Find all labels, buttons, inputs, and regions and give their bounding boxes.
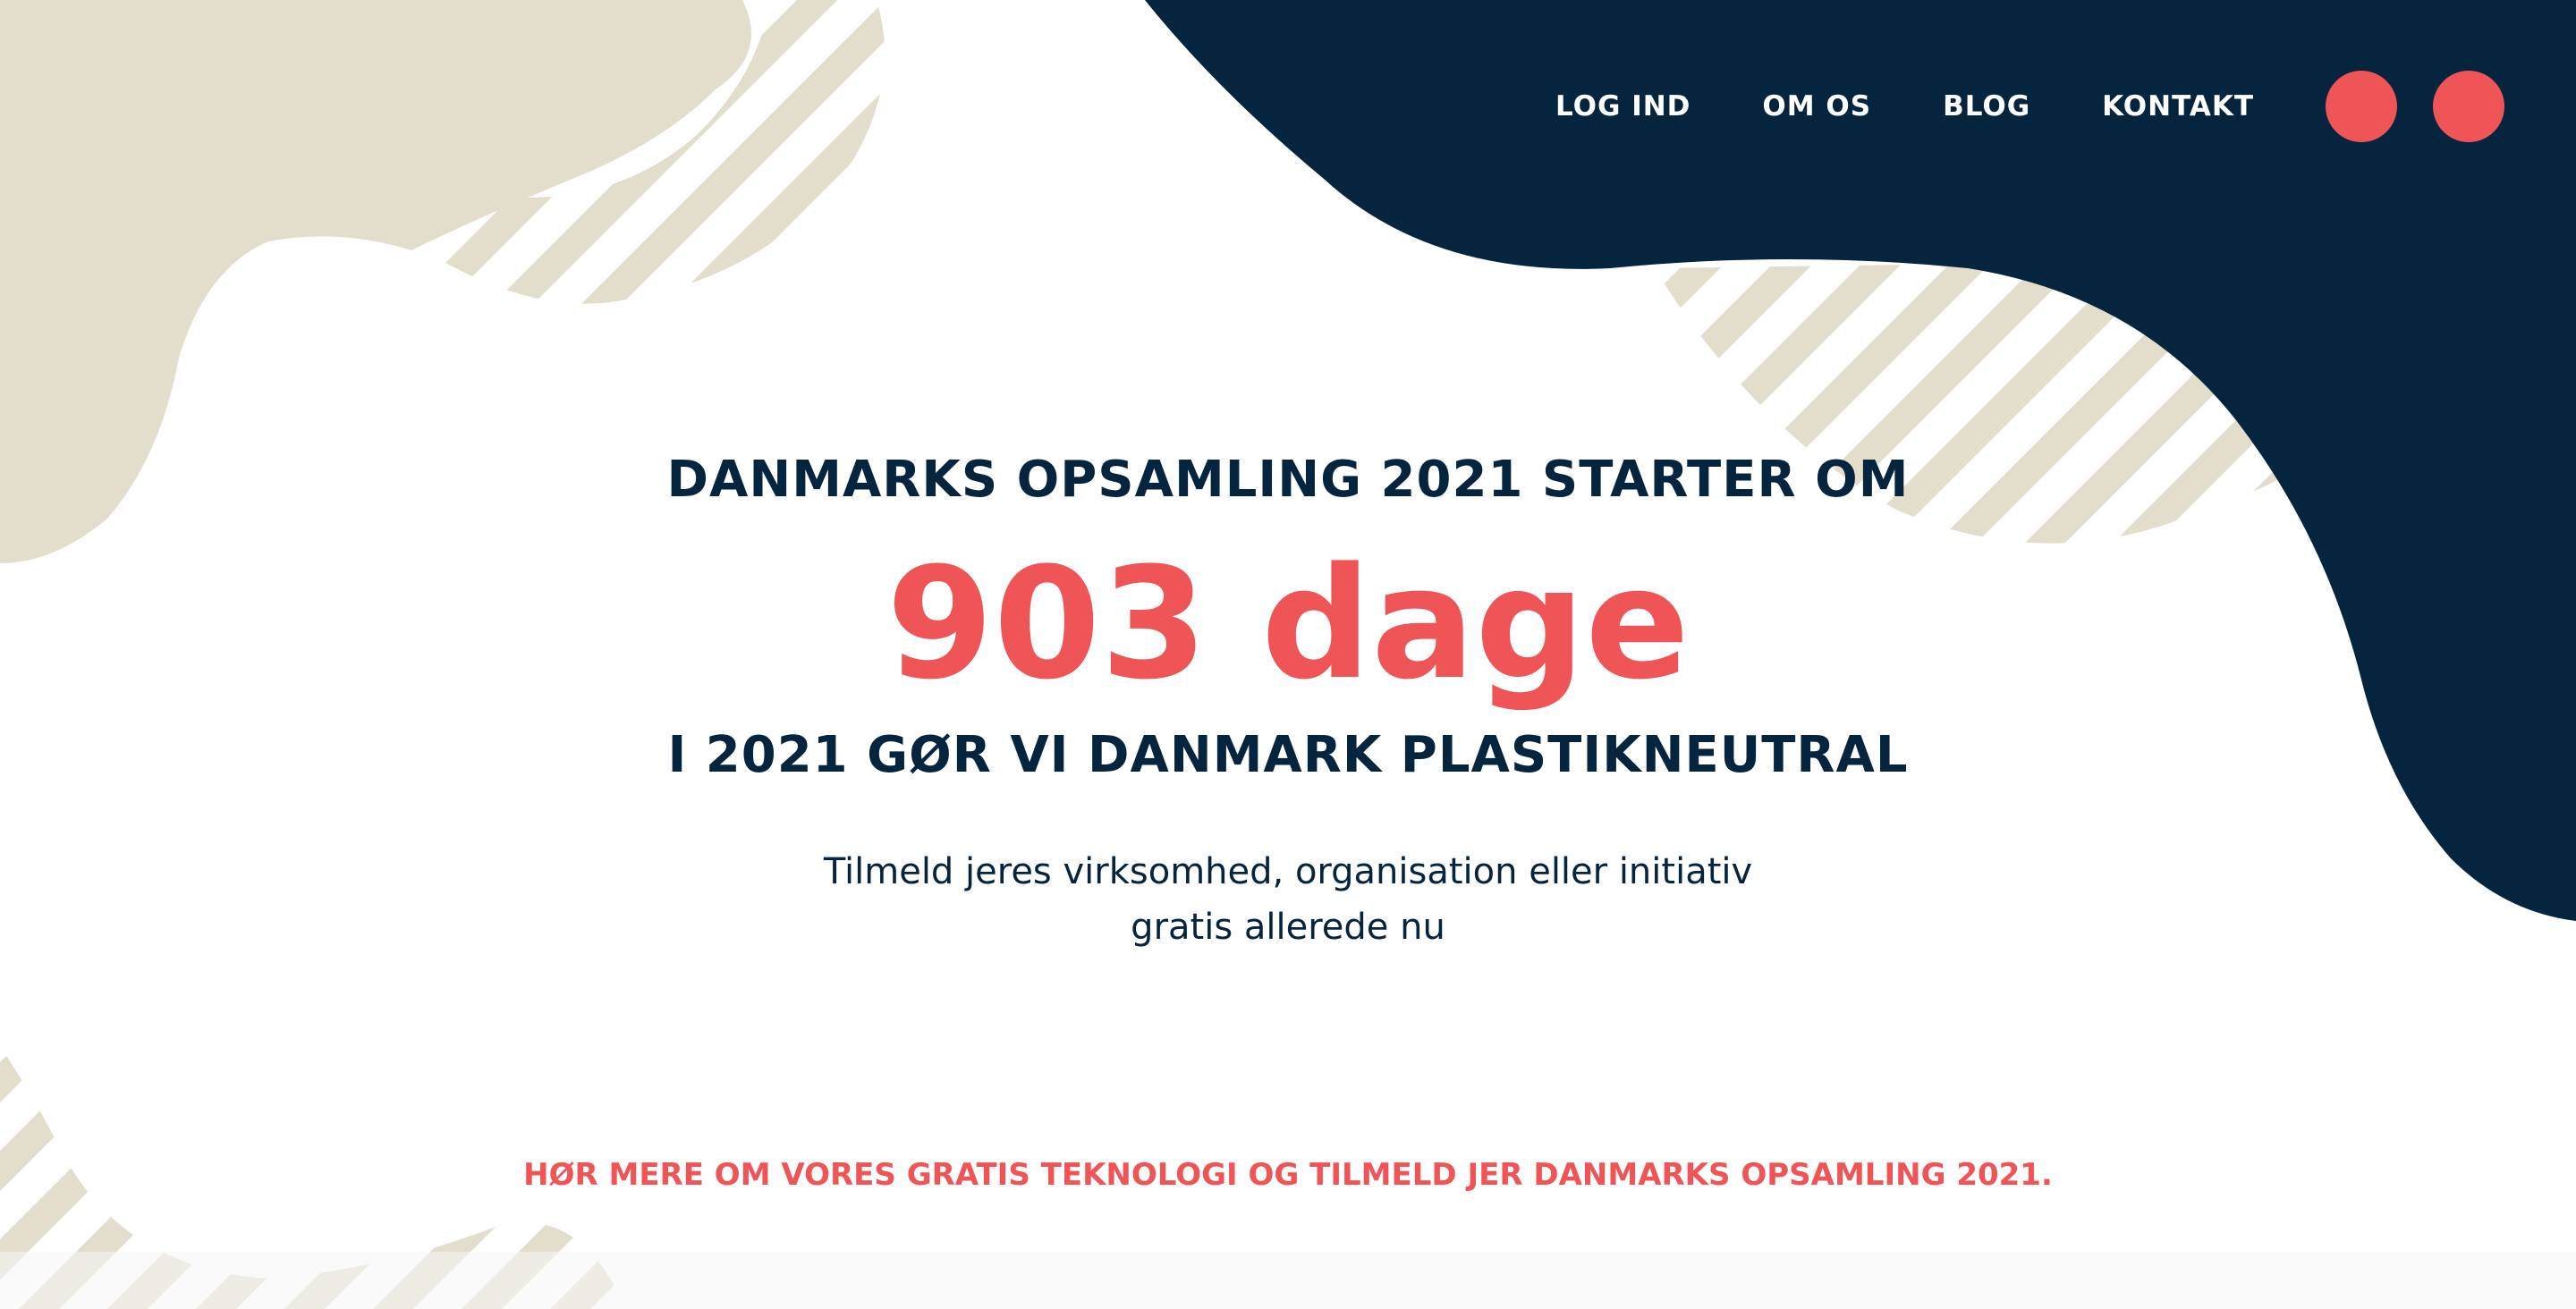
social-button-1[interactable] (2326, 71, 2397, 142)
hero-eyebrow: DANMARKS OPSAMLING 2021 STARTER OM (666, 451, 1910, 509)
hero-subheadline: I 2021 GØR VI DANMARK PLASTIKNEUTRAL (667, 726, 1909, 784)
social-button-2[interactable] (2433, 71, 2504, 142)
learn-more-link[interactable]: HØR MERE OM VORES GRATIS TEKNOLOGI OG TI… (0, 1157, 2576, 1193)
nav-log-ind[interactable]: LOG IND (1555, 90, 1690, 122)
main-nav: LOG IND OM OS BLOG KONTAKT (1555, 66, 2504, 147)
bottom-fade (0, 1252, 2576, 1309)
nav-kontakt[interactable]: KONTAKT (2102, 90, 2254, 122)
countdown-days: 903 dage (886, 534, 1690, 714)
nav-om-os[interactable]: OM OS (1762, 90, 1871, 122)
hero-lead-text: Tilmeld jeres virksomhed, organisation e… (823, 851, 1753, 948)
nav-blog[interactable]: BLOG (1943, 90, 2030, 122)
